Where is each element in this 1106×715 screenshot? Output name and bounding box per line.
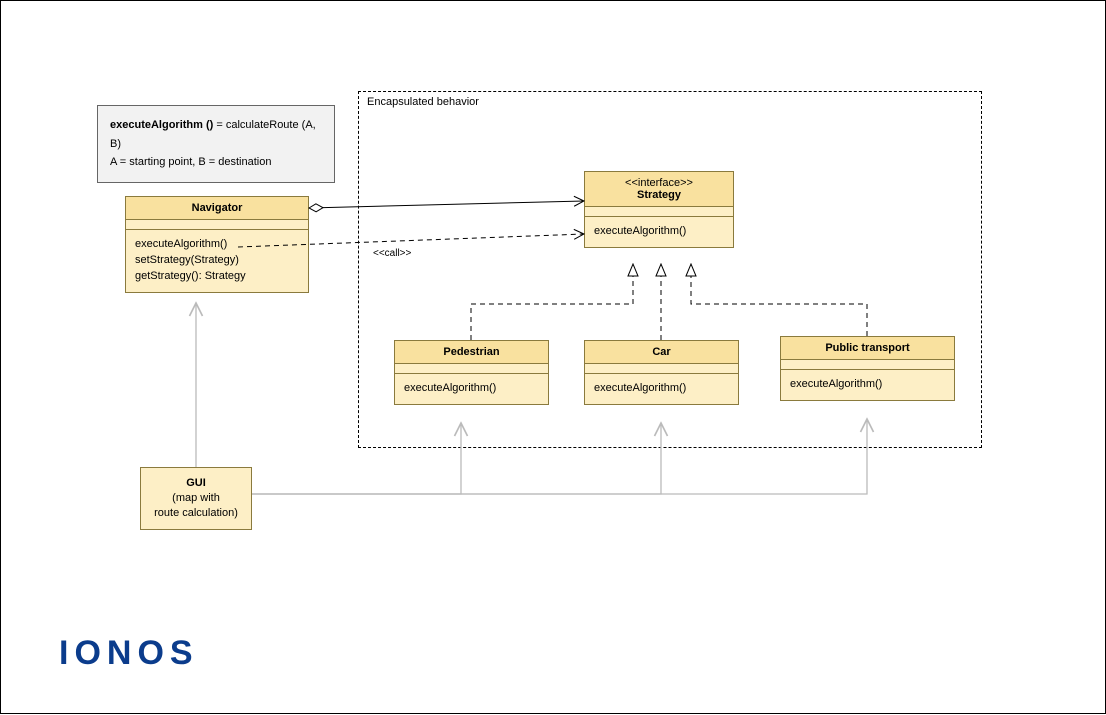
navigator-op2: setStrategy(Strategy) <box>135 253 299 269</box>
pedestrian-name: Pedestrian <box>443 346 499 358</box>
gui-l1: GUI <box>151 476 241 491</box>
call-label: <<call>> <box>373 248 411 259</box>
pedestrian-attr-empty <box>395 364 548 374</box>
class-public-transport: Public transport executeAlgorithm() <box>780 336 955 401</box>
frame-label: Encapsulated behavior <box>367 96 479 108</box>
uml-note: executeAlgorithm () = calculateRoute (A,… <box>97 105 335 183</box>
car-attr-empty <box>585 364 738 374</box>
car-name: Car <box>652 346 670 358</box>
navigator-op3: getStrategy(): Strategy <box>135 269 299 285</box>
public-transport-name: Public transport <box>825 342 909 354</box>
diagram-canvas: executeAlgorithm () = calculateRoute (A,… <box>0 0 1106 714</box>
navigator-attr-empty <box>126 220 308 230</box>
gui-l3: route calculation) <box>151 506 241 521</box>
gui-l2: (map with <box>151 491 241 506</box>
strategy-stereotype: <<interface>> <box>591 177 727 189</box>
class-pedestrian: Pedestrian executeAlgorithm() <box>394 340 549 405</box>
note-algo-name: executeAlgorithm () <box>110 119 213 131</box>
pedestrian-op1: executeAlgorithm() <box>404 381 539 397</box>
car-op1: executeAlgorithm() <box>594 381 729 397</box>
strategy-attr-empty <box>585 207 733 217</box>
ionos-logo: IONOS <box>59 634 199 673</box>
navigator-op1: executeAlgorithm() <box>135 237 299 253</box>
class-strategy: <<interface>> Strategy executeAlgorithm(… <box>584 171 734 248</box>
class-gui: GUI (map with route calculation) <box>140 467 252 530</box>
navigator-name: Navigator <box>192 202 243 214</box>
note-line-2: A = starting point, B = destination <box>110 153 322 172</box>
public-transport-op1: executeAlgorithm() <box>790 377 945 393</box>
public-transport-attr-empty <box>781 360 954 370</box>
strategy-op1: executeAlgorithm() <box>594 224 724 240</box>
class-navigator: Navigator executeAlgorithm() setStrategy… <box>125 196 309 293</box>
strategy-name: Strategy <box>591 189 727 201</box>
note-line-1: executeAlgorithm () = calculateRoute (A,… <box>110 116 322 153</box>
class-car: Car executeAlgorithm() <box>584 340 739 405</box>
